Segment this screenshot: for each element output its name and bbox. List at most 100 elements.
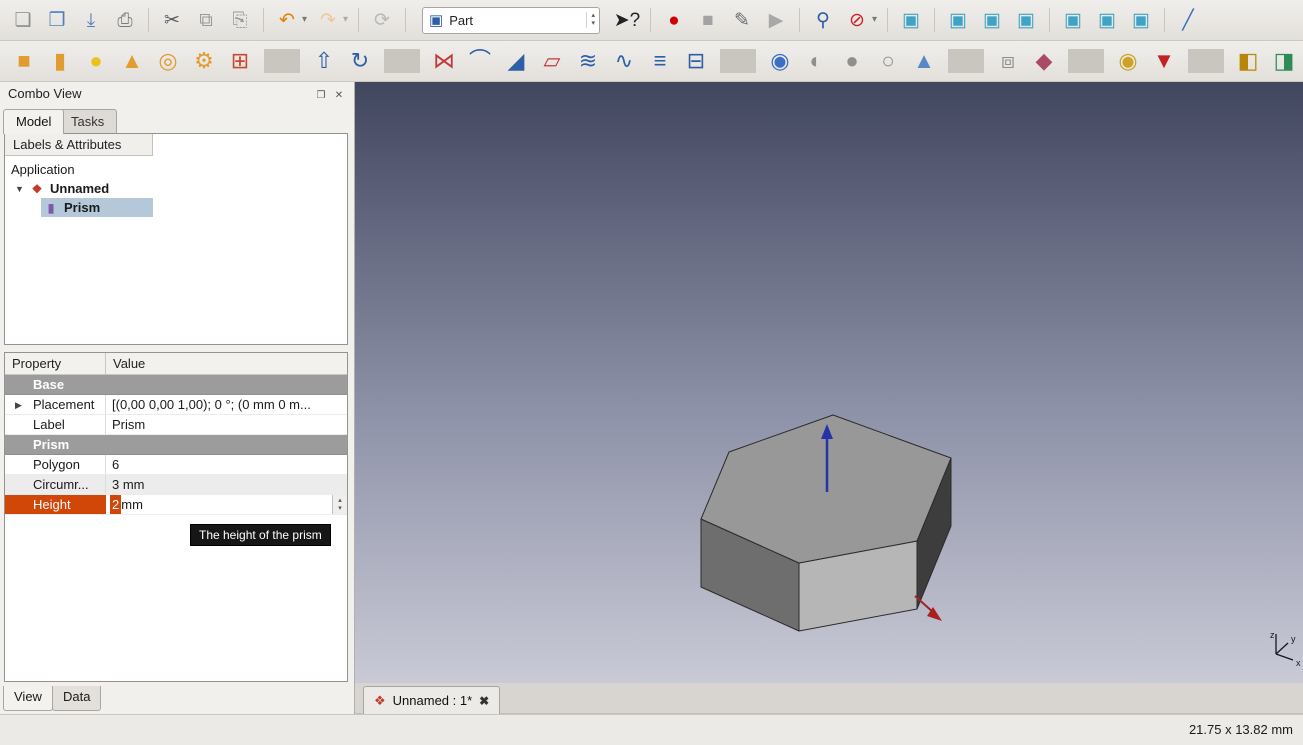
tab-model[interactable]: Model	[3, 109, 64, 134]
document-tab-label: Unnamed : 1*	[393, 693, 473, 708]
union-icon[interactable]: ●	[834, 45, 870, 77]
separator	[358, 8, 359, 32]
intersection-icon[interactable]: ○	[870, 45, 906, 77]
open-folder-icon[interactable]: ❒	[40, 4, 74, 36]
view-front-icon[interactable]: ▣	[941, 4, 975, 36]
property-row-placement[interactable]: ▶Placement [(0,00 0,00 1,00); 0 °; (0 mm…	[5, 395, 347, 415]
compound-icon[interactable]: ⧈	[990, 45, 1026, 77]
defeaturing-icon[interactable]: ▼	[1146, 45, 1182, 77]
part-toolbar: ■ ▮ ● ▲ ◎ ⚙ ⊞ ⇧ ↻ ⋈ ⌒ ◢ ▱ ≋	[0, 41, 1303, 82]
measure-icon[interactable]: ╱	[1171, 4, 1205, 36]
extrude-icon[interactable]: ⇧	[306, 45, 342, 77]
column-header-property[interactable]: Property	[5, 353, 106, 374]
property-row-polygon[interactable]: Polygon 6	[5, 455, 347, 475]
boolean-fragments-icon[interactable]: ◧	[1230, 45, 1266, 77]
separator	[1049, 8, 1050, 32]
tab-data[interactable]: Data	[52, 686, 101, 711]
ruled-surface-icon[interactable]: ▱	[534, 45, 570, 77]
document-tab-unnamed[interactable]: ❖ Unnamed : 1* ✖	[363, 686, 500, 714]
view-top-icon[interactable]: ▣	[975, 4, 1009, 36]
column-header-value[interactable]: Value	[106, 353, 347, 374]
sweep-icon[interactable]: ∿	[606, 45, 642, 77]
property-value[interactable]: [(0,00 0,00 1,00); 0 °; (0 mm 0 m...	[106, 395, 347, 414]
property-row-circumradius[interactable]: Circumr... 3 mm	[5, 475, 347, 495]
macro-record-icon[interactable]: ●	[657, 4, 691, 36]
cut-boolean-icon[interactable]: ◐	[798, 45, 834, 77]
view-right-icon[interactable]: ▣	[1009, 4, 1043, 36]
box-icon[interactable]: ■	[6, 45, 42, 77]
save-icon[interactable]: ⤓	[74, 4, 108, 36]
connect-icon[interactable]: ▲	[906, 45, 942, 77]
height-value-field[interactable]: 2 mm ▴ ▾	[106, 495, 347, 514]
macro-edit-icon[interactable]: ✎	[725, 4, 759, 36]
property-value[interactable]: 6	[106, 455, 347, 474]
macro-stop-icon[interactable]: ■	[691, 4, 725, 36]
spinner-down-icon[interactable]: ▾	[338, 505, 342, 513]
torus-icon[interactable]: ◎	[150, 45, 186, 77]
whats-this-icon[interactable]: ➤?	[610, 4, 644, 36]
boolean-icon[interactable]: ◉	[762, 45, 798, 77]
workbench-selector[interactable]: ▣ Part ▴ ▾	[422, 7, 600, 34]
close-document-icon[interactable]: ✖	[479, 694, 489, 708]
3d-viewport[interactable]: z y x	[355, 82, 1303, 683]
redo-dropdown-icon[interactable]: ▾	[339, 4, 352, 36]
view-axonometric-icon[interactable]: ▣	[894, 4, 928, 36]
expander-icon[interactable]: ▶	[15, 395, 22, 414]
check-geometry-icon[interactable]: ◉	[1110, 45, 1146, 77]
sphere-icon[interactable]: ●	[78, 45, 114, 77]
spinner-up-icon[interactable]: ▴	[338, 497, 342, 505]
tree-item-document[interactable]: ▼ ❖ Unnamed	[5, 179, 347, 198]
undo-dropdown-icon[interactable]: ▾	[298, 4, 311, 36]
primitives-icon[interactable]: ⚙	[186, 45, 222, 77]
workbench-selector-spinner[interactable]: ▴ ▾	[586, 12, 595, 27]
view-left-icon[interactable]: ▣	[1124, 4, 1158, 36]
spinner-up-icon[interactable]: ▴	[591, 12, 595, 20]
property-value[interactable]: Prism	[106, 415, 347, 434]
new-document-icon[interactable]: ❏	[6, 4, 40, 36]
cross-sections-icon[interactable]: ⊟	[678, 45, 714, 77]
spinner-down-icon[interactable]: ▾	[591, 20, 595, 28]
explode-compound-icon[interactable]: ◆	[1026, 45, 1062, 77]
view-rear-icon[interactable]: ▣	[1056, 4, 1090, 36]
slice-apart-icon[interactable]: ◨	[1266, 45, 1302, 77]
zoom-fit-icon[interactable]: ⚲	[806, 4, 840, 36]
shape-builder-icon[interactable]: ⊞	[222, 45, 258, 77]
cylinder-icon[interactable]: ▮	[42, 45, 78, 77]
print-icon[interactable]: ⎙	[108, 4, 142, 36]
property-label: Polygon	[33, 457, 80, 472]
float-panel-icon[interactable]: ❐	[314, 88, 328, 102]
property-group-prism[interactable]: Prism	[5, 435, 347, 455]
height-spinner[interactable]: ▴ ▾	[332, 495, 347, 514]
chamfer-icon[interactable]: ◢	[498, 45, 534, 77]
property-value[interactable]: 3 mm	[106, 475, 347, 494]
paste-icon[interactable]: ⎘	[223, 4, 257, 36]
expander-icon[interactable]: ▼	[15, 184, 29, 194]
refresh-icon[interactable]: ⟳	[365, 4, 399, 36]
view-bottom-icon[interactable]: ▣	[1090, 4, 1124, 36]
tree-item-prism[interactable]: ▮ Prism	[41, 198, 153, 217]
loft-icon[interactable]: ≋	[570, 45, 606, 77]
tab-tasks[interactable]: Tasks	[58, 109, 117, 134]
combo-view-panel: Combo View ❐ ✕ Model Tasks Labels & Attr…	[0, 82, 355, 714]
tree-root-application[interactable]: Application	[5, 160, 347, 179]
property-row-label[interactable]: Label Prism	[5, 415, 347, 435]
property-label: Height	[33, 497, 71, 512]
cut-icon[interactable]: ✂	[155, 4, 189, 36]
separator	[650, 8, 651, 32]
separator	[887, 8, 888, 32]
property-label: Circumr...	[33, 477, 89, 492]
mirror-icon[interactable]: ⋈	[426, 45, 462, 77]
macro-view-toolbar-group: ➤? ● ■ ✎ ▶ ⚲ ⊘ ▾ ▣ ▣ ▣ ▣	[610, 0, 1205, 40]
separator	[934, 8, 935, 32]
property-group-base[interactable]: Base	[5, 375, 347, 395]
tab-view[interactable]: View	[3, 686, 53, 711]
close-panel-icon[interactable]: ✕	[332, 88, 346, 102]
macro-play-icon[interactable]: ▶	[759, 4, 793, 36]
revolve-icon[interactable]: ↻	[342, 45, 378, 77]
property-row-height[interactable]: Height 2 mm ▴ ▾	[5, 495, 347, 515]
cone-icon[interactable]: ▲	[114, 45, 150, 77]
section-icon[interactable]: ≡	[642, 45, 678, 77]
draw-style-dropdown-icon[interactable]: ▾	[868, 4, 881, 36]
fillet-icon[interactable]: ⌒	[462, 45, 498, 77]
copy-icon[interactable]: ⧉	[189, 4, 223, 36]
